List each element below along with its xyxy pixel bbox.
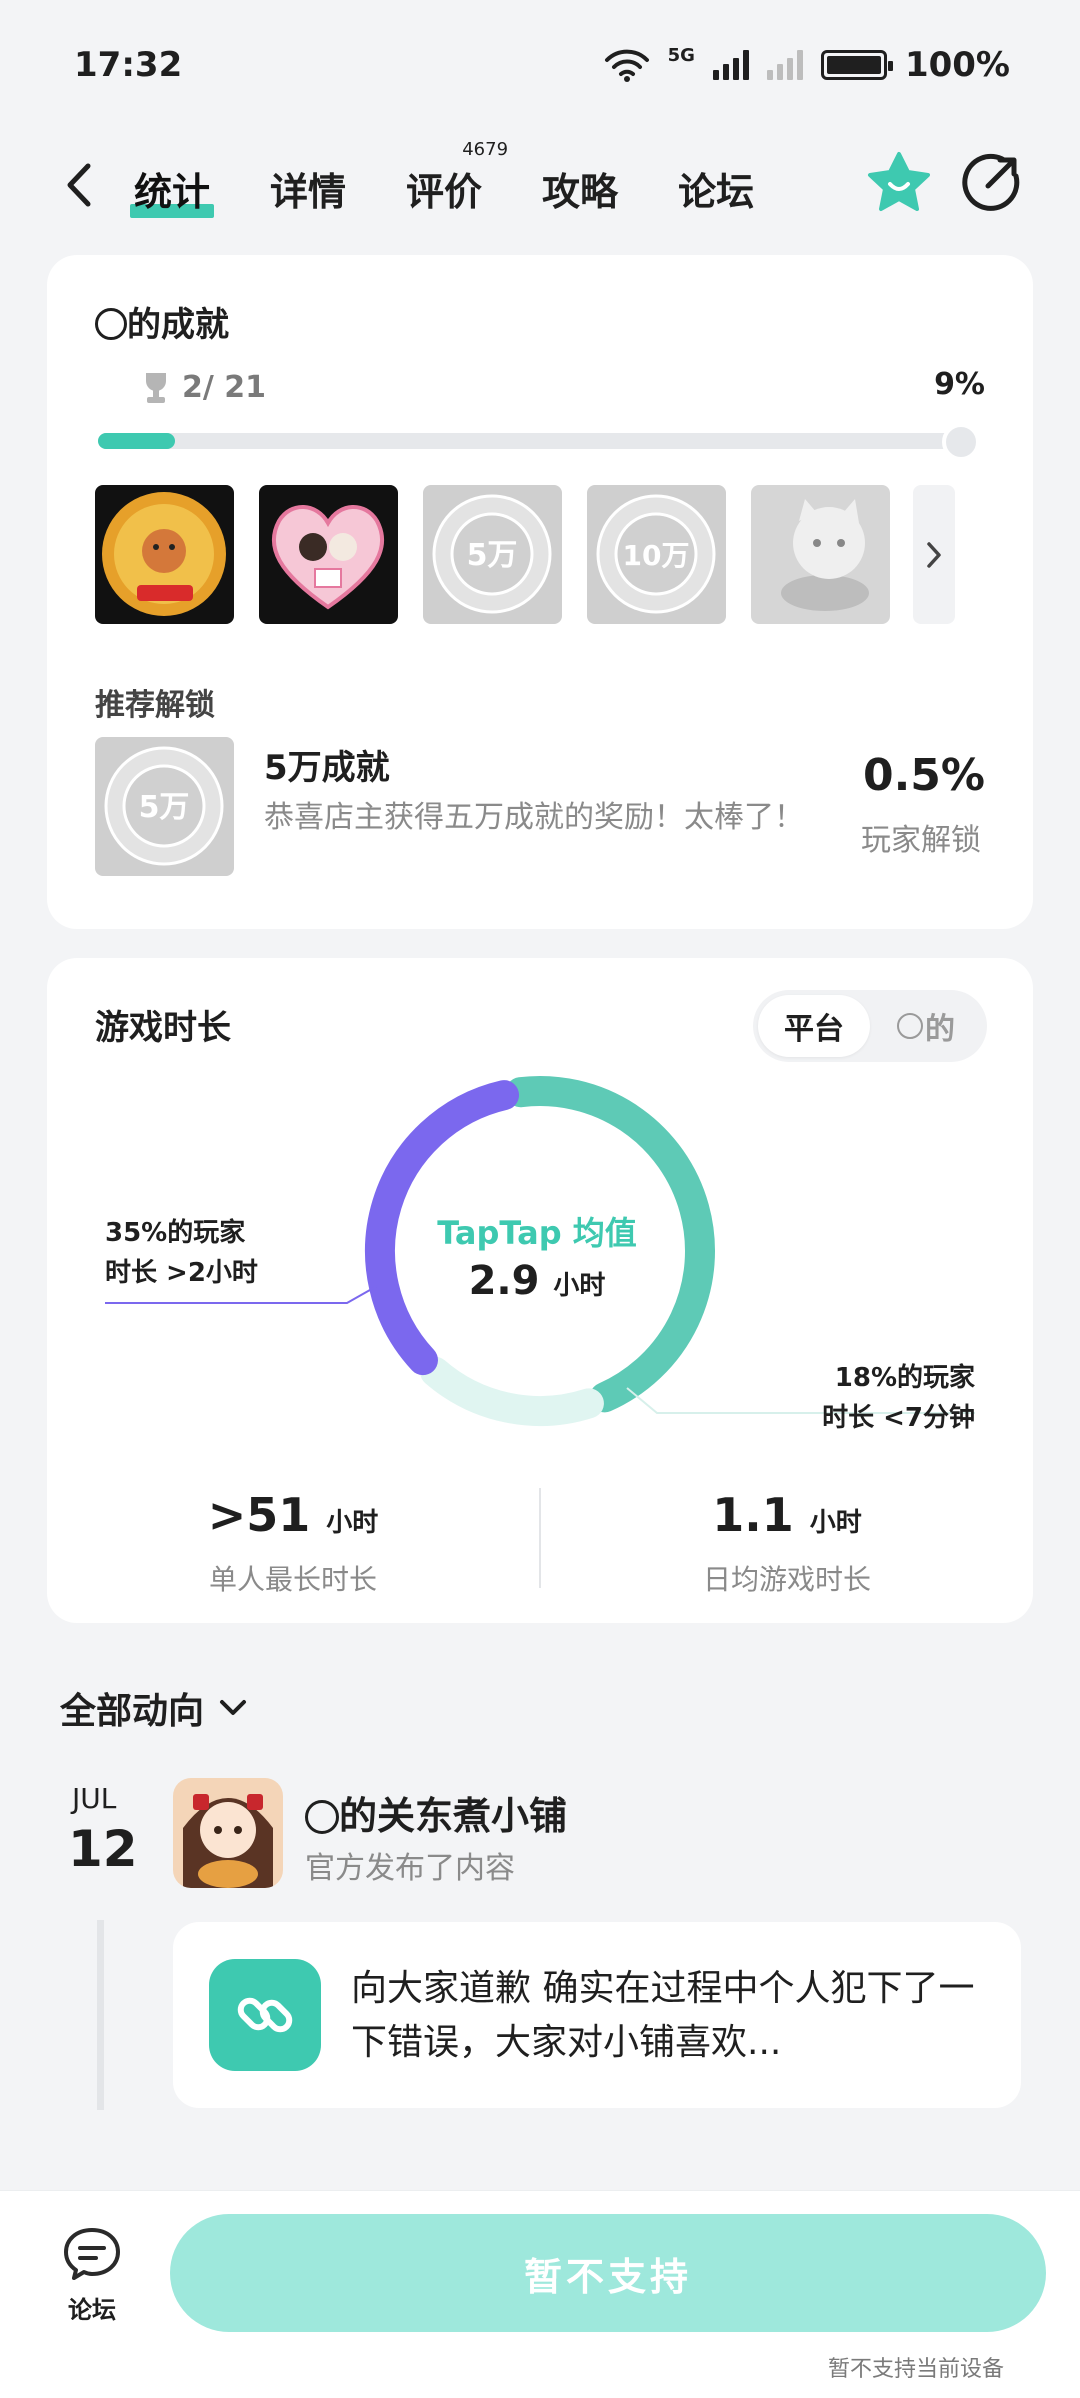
battery-level: 100% <box>904 45 1010 85</box>
feed-post-text: 向大家道歉 确实在过程中个人犯下了一下错误，大家对小铺喜欢... <box>351 1968 975 2063</box>
user-mark-icon <box>305 1800 339 1834</box>
feed-filter-dropdown[interactable]: 全部动向 <box>60 1682 248 1734</box>
badges-more-button[interactable] <box>913 485 955 624</box>
chevron-down-icon <box>220 1700 247 1715</box>
tab-reviews-label: 评价 <box>406 170 483 214</box>
badge-boss[interactable] <box>95 485 234 624</box>
achievement-progress-bar <box>98 433 956 449</box>
avatar[interactable] <box>173 1778 283 1888</box>
recommend-unlock-rate-label: 玩家解锁 <box>861 823 981 858</box>
svg-text:5万: 5万 <box>139 790 190 825</box>
tab-guides[interactable]: 攻略 <box>538 155 622 222</box>
bottom-bar: 论坛 暂不支持 暂不支持当前设备 <box>0 2190 1080 2398</box>
badge-100k[interactable]: 10万 <box>587 485 726 624</box>
recommend-description: 恭喜店主获得五万成就的奖励！太棒了！ <box>264 800 804 835</box>
recommend-unlock-rate: 0.5% <box>862 750 985 801</box>
battery-icon <box>820 50 893 80</box>
tab-forum[interactable]: 论坛 <box>674 155 758 222</box>
tab-reviews[interactable]: 评价 4679 <box>402 139 508 222</box>
star-icon[interactable] <box>866 150 932 216</box>
achievements-title: 的成就 <box>95 297 229 346</box>
donut-segment-short <box>420 1356 604 1426</box>
donut-center-value: 2.9 小时 <box>468 1258 606 1304</box>
forum-label: 论坛 <box>68 2296 116 2324</box>
recommend-title: 推荐解锁 <box>95 688 215 723</box>
feed-action: 官方发布了内容 <box>305 1851 515 1886</box>
svg-text:5万: 5万 <box>467 538 518 573</box>
wifi-icon <box>604 49 649 82</box>
tab-bar: 统计 详情 评价 4679 攻略 论坛 <box>130 139 758 222</box>
review-count-badge: 4679 <box>462 139 509 160</box>
timeline-line <box>97 1920 104 2110</box>
badge-wedding[interactable] <box>259 485 398 624</box>
not-supported-button[interactable]: 暂不支持 <box>170 2214 1046 2332</box>
badge-list: 5万 10万 <box>95 485 890 624</box>
status-bar: 17:32 5G 100% <box>0 0 1080 130</box>
user-mark-icon <box>95 308 127 340</box>
recommend-badge[interactable]: 5万 <box>95 737 234 876</box>
link-icon <box>209 1959 321 2071</box>
chevron-right-icon <box>927 541 941 568</box>
feed-date-day: 12 <box>68 1820 138 1878</box>
top-nav: 统计 详情 评价 4679 攻略 论坛 <box>0 130 1080 240</box>
feed-post-card[interactable]: 向大家道歉 确实在过程中个人犯下了一下错误，大家对小铺喜欢... <box>173 1922 1021 2108</box>
callout-short-players: 18%的玩家 时长 <7分钟 <box>822 1363 975 1433</box>
badge-50k[interactable]: 5万 <box>423 485 562 624</box>
trophy-icon <box>146 372 166 403</box>
network-label: 5G <box>667 44 695 66</box>
achievements-card: 的成就 2/ 21 9% 5万 10万 推荐解锁 5万 5万成就 恭喜店主获得五… <box>47 255 1033 929</box>
tab-details[interactable]: 详情 <box>266 155 350 222</box>
status-time: 17:32 <box>74 45 183 85</box>
playtime-card: 游戏时长 平台 的 TapTap 均值 2.9 小时 35%的玩家 时长 >2小… <box>47 958 1033 1623</box>
signal-icon <box>712 50 749 80</box>
share-icon[interactable] <box>960 152 1022 214</box>
forum-button[interactable]: 论坛 <box>50 2226 134 2325</box>
recommend-name: 5万成就 <box>264 748 390 788</box>
badge-cat[interactable] <box>751 485 890 624</box>
achievement-progress-percent: 9% <box>934 367 985 402</box>
callout-long-players: 35%的玩家 时长 >2小时 <box>105 1218 258 1288</box>
support-note: 暂不支持当前设备 <box>827 2357 1004 2382</box>
achievement-progress-fill <box>98 433 176 449</box>
feed-date-month: JUL <box>72 1782 117 1815</box>
back-icon[interactable] <box>60 160 100 210</box>
achievement-progress-count: 2/ 21 <box>142 370 266 405</box>
donut-center-brand: TapTap 均值 <box>437 1214 637 1252</box>
forum-icon <box>64 2228 120 2280</box>
svg-text:10万: 10万 <box>623 539 690 572</box>
feed-author[interactable]: 的关东煮小铺 <box>305 1785 567 1840</box>
signal-secondary-icon <box>766 50 803 80</box>
status-icons: 5G 100% <box>604 45 1010 85</box>
tab-stats[interactable]: 统计 <box>130 155 215 222</box>
stat-daily-playtime: 1.1 小时 日均游戏时长 <box>702 1488 871 1596</box>
progress-end-marker <box>942 423 980 461</box>
stat-max-playtime: >51 小时 单人最长时长 <box>207 1488 379 1596</box>
